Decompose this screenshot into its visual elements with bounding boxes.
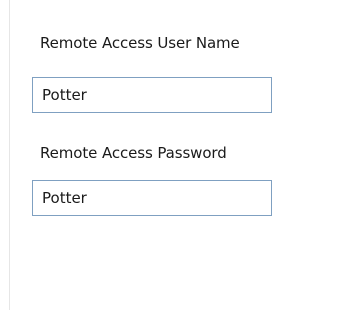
remote-access-password-label: Remote Access Password xyxy=(40,144,227,162)
remote-access-password-input[interactable] xyxy=(32,180,272,216)
panel-divider xyxy=(9,0,10,310)
remote-access-user-name-label: Remote Access User Name xyxy=(40,34,240,52)
remote-access-panel: Remote Access User Name Remote Access Pa… xyxy=(0,0,349,310)
remote-access-user-name-input[interactable] xyxy=(32,77,272,113)
